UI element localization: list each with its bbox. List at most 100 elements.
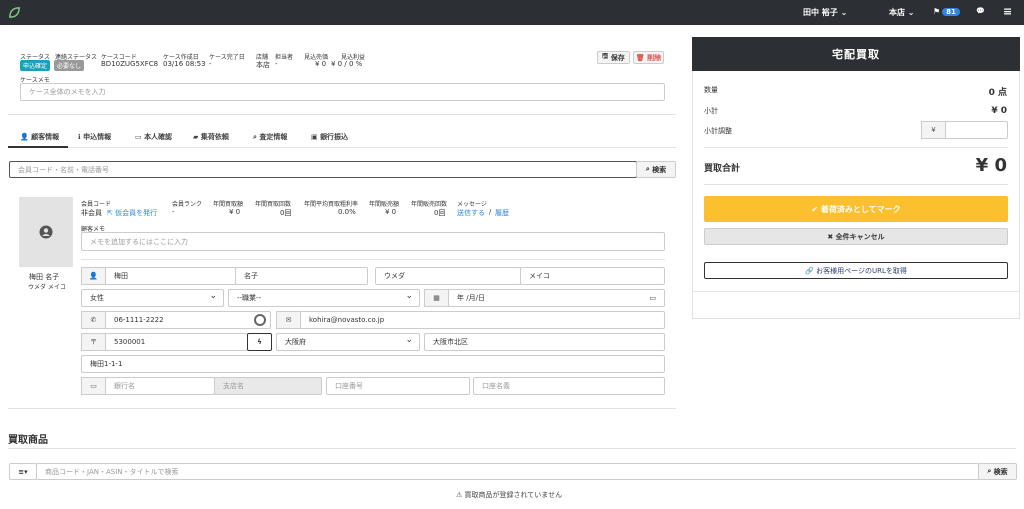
- issue-temp-member-link[interactable]: ⇱ 仮会員を発行: [107, 208, 157, 218]
- branch-name-input: 支店名: [214, 377, 322, 395]
- divider: [704, 147, 1008, 148]
- issue-link-label: 仮会員を発行: [115, 209, 158, 217]
- empty-message-text: 買取商品が登録されていません: [464, 491, 563, 499]
- active-tab-indicator: [8, 146, 68, 148]
- store-menu[interactable]: 本店 ⌄: [889, 7, 915, 18]
- chevron-down-icon: ⌄: [840, 8, 848, 17]
- customer-memo-input[interactable]: メモを追加するにはここに入力: [81, 232, 665, 251]
- divider: [8, 448, 1016, 449]
- id-card-icon: ▭: [135, 133, 142, 141]
- app-logo-icon[interactable]: [8, 6, 21, 19]
- email-input[interactable]: kohira@novasto.co.jp: [300, 311, 665, 329]
- job-select[interactable]: --職業--: [228, 289, 420, 307]
- tab-bank-transfer[interactable]: ▣ 銀行振込: [311, 132, 348, 142]
- delete-button[interactable]: 🗑 削除: [633, 51, 664, 64]
- phone-value: 06-1111-2222: [114, 316, 164, 324]
- lifebuoy-icon[interactable]: [254, 314, 266, 326]
- account-number-input[interactable]: 口座番号: [326, 377, 470, 395]
- empty-products-message: ⚠ 買取商品が登録されていません: [456, 490, 562, 500]
- bank-name-input[interactable]: 銀行名: [105, 377, 215, 395]
- first-kana-input[interactable]: メイコ: [520, 267, 665, 285]
- store-name: 本店: [889, 8, 905, 17]
- contact-status-badge[interactable]: 必要なし: [54, 60, 85, 71]
- message-history-link[interactable]: 履歴: [495, 208, 509, 218]
- tab-pickup-request[interactable]: ▰ 集荷依頼: [193, 132, 229, 142]
- yearly-count-value: 0回: [280, 209, 292, 217]
- postal-code-input[interactable]: 5300001: [105, 333, 248, 351]
- calendar-picker-icon[interactable]: ▭: [649, 294, 656, 302]
- user-icon: 👤: [81, 267, 106, 285]
- total-value: ¥ 0: [975, 155, 1007, 176]
- user-name: 田中 裕子: [803, 8, 838, 17]
- get-customer-url-button[interactable]: 🔗 お客様用ページのURLを取得: [704, 262, 1008, 279]
- tab-customer-info[interactable]: 👤 顧客情報: [20, 132, 59, 142]
- sales-total-value: ¥ 0: [385, 208, 397, 216]
- case-code: BD10ZUG5XFC8: [101, 60, 159, 68]
- customer-search-button[interactable]: ⌕ 検索: [636, 161, 676, 178]
- search-icon: ⌕: [987, 467, 992, 475]
- subtotal-adjust-input[interactable]: [945, 121, 1008, 139]
- product-filter-button[interactable]: ≡▾: [9, 463, 37, 480]
- last-name-input[interactable]: 梅田: [105, 267, 236, 285]
- tab-label: 申込情報: [83, 133, 112, 141]
- link-icon: 🔗: [805, 266, 814, 275]
- completed-label: ケース完了日: [209, 54, 245, 61]
- total-label: 買取合計: [704, 164, 741, 174]
- menu-icon[interactable]: ≡: [1003, 5, 1012, 18]
- chat-icon[interactable]: 💬: [976, 7, 985, 15]
- created-date: 03/16 08:53: [163, 60, 206, 68]
- info-icon: ℹ: [78, 133, 81, 141]
- tab-underline: [8, 147, 676, 148]
- street-address-input[interactable]: 梅田1-1-1: [81, 355, 665, 373]
- case-memo-input[interactable]: ケース全体のメモを入力: [20, 83, 665, 101]
- yearly-total-label: 年間買取額: [213, 201, 244, 208]
- product-search-button[interactable]: ⌕ 検索: [978, 463, 1017, 480]
- account-name-input[interactable]: 口座名義: [473, 377, 665, 395]
- notification-badge: 81: [942, 8, 960, 16]
- yen-addon: ¥: [921, 121, 946, 139]
- user-circle-icon: [39, 225, 53, 239]
- gender-select[interactable]: 女性: [81, 289, 224, 307]
- city-input[interactable]: 大阪市北区: [424, 333, 665, 351]
- birthday-input[interactable]: 年 /月/日 ▭: [448, 289, 665, 307]
- tab-assessment-info[interactable]: ⌕ 査定情報: [253, 132, 287, 142]
- truck-icon: ▰: [193, 133, 199, 141]
- warning-icon: ⚠: [456, 491, 463, 499]
- message-label: メッセージ: [457, 201, 487, 208]
- notifications-button[interactable]: ⚑ 81: [933, 7, 960, 16]
- avatar[interactable]: [19, 197, 73, 267]
- save-button[interactable]: 🖫 保存: [597, 51, 630, 64]
- mark-arrived-label: 着荷済みとしてマーク: [820, 204, 901, 214]
- user-menu[interactable]: 田中 裕子 ⌄: [803, 7, 847, 18]
- member-code-value: 非会員: [81, 209, 102, 217]
- money-icon: ▣: [311, 133, 318, 141]
- phone-icon: ✆: [81, 311, 106, 329]
- first-name-input[interactable]: 名子: [235, 267, 368, 285]
- divider: [8, 408, 676, 409]
- sales-total-label: 年間販売額: [369, 201, 400, 208]
- external-link-icon: ⇱: [107, 209, 113, 217]
- mark-arrived-button[interactable]: ✔ 着荷済みとしてマーク: [704, 196, 1008, 222]
- staff-value: -: [275, 60, 278, 68]
- chevron-down-icon: ⌄: [907, 8, 915, 17]
- last-kana-input[interactable]: ウメダ: [375, 267, 521, 285]
- address-lookup-button[interactable]: ϟ: [247, 333, 272, 351]
- cancel-all-button[interactable]: ✖ 全件キャンセル: [704, 228, 1008, 245]
- yearly-count-label: 年間買取回数: [255, 201, 292, 208]
- customer-search-input[interactable]: 会員コード・名前・電話番号: [9, 161, 637, 178]
- send-message-link[interactable]: 送信する: [457, 208, 485, 218]
- cancel-all-label: 全件キャンセル: [835, 232, 885, 241]
- status-badge[interactable]: 申込確定: [20, 60, 51, 71]
- save-label: 保存: [610, 53, 625, 62]
- prefecture-select[interactable]: 大阪府: [276, 333, 420, 351]
- bolt-icon: ϟ: [257, 338, 262, 346]
- phone-input[interactable]: 06-1111-2222: [105, 311, 271, 329]
- tab-identity-check[interactable]: ▭ 本人確認: [135, 132, 172, 142]
- tab-label: 本人確認: [144, 133, 173, 141]
- get-url-label: お客様用ページのURLを取得: [816, 266, 907, 275]
- sales-count-value: 0回: [434, 209, 446, 217]
- divider: [8, 114, 676, 115]
- tab-application-info[interactable]: ℹ 申込情報: [78, 132, 111, 142]
- avg-rate-label: 年間平均買取粗利率: [304, 201, 359, 208]
- product-search-input[interactable]: 商品コード・JAN・ASIN・タイトルで検索: [36, 463, 979, 480]
